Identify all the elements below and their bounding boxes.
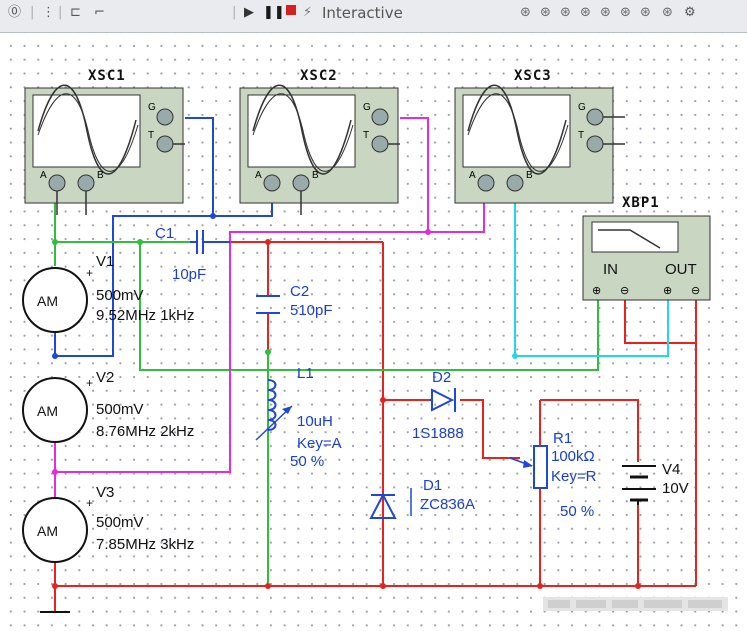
diode-d1[interactable]: D1 ZC836A xyxy=(369,477,475,519)
xsc2-a-label: A xyxy=(255,170,262,181)
bode-plotter-xbp1[interactable]: XBP1 IN OUT ⊕ ⊖ ⊕ ⊖ xyxy=(582,195,711,301)
xsc2-b-label: B xyxy=(312,170,319,181)
v3-ref: V3 xyxy=(96,484,114,501)
v3-am-symbol: AM xyxy=(37,523,58,539)
dc-source-v4[interactable]: V4 10V xyxy=(622,461,689,505)
l1-percent: 50 % xyxy=(290,453,324,470)
v2-frequency: 8.76MHz 2kHz xyxy=(96,423,194,440)
v1-amplitude: 500mV xyxy=(96,287,144,304)
xsc3-t-label: T xyxy=(578,130,584,141)
v1-frequency: 9.52MHz 1kHz xyxy=(96,307,194,324)
diode-d2[interactable]: D2 1S1888 xyxy=(412,369,464,442)
v1-ref: V1 xyxy=(96,253,114,270)
v3-frequency: 7.85MHz 3kHz xyxy=(96,536,194,553)
xbp1-label: XBP1 xyxy=(622,195,660,211)
oscilloscope-xsc2[interactable]: XSC2 A B G T xyxy=(239,68,400,215)
xsc2-label: XSC2 xyxy=(300,68,338,84)
l1-key: Key=A xyxy=(297,435,342,452)
am-source-v3[interactable]: AM + V3 500mV 7.85MHz 3kHz xyxy=(22,484,194,563)
xbp1-in-plus: ⊕ xyxy=(592,285,601,297)
d1-ref: D1 xyxy=(423,477,442,494)
schematic: XSC1 A B G T XSC2 A B G T XSC3 A B G T X… xyxy=(22,68,728,613)
v1-am-symbol: AM xyxy=(37,293,58,309)
xsc3-a-label: A xyxy=(469,170,476,181)
xbp1-in-label: IN xyxy=(603,261,618,278)
xbp1-out-minus: ⊖ xyxy=(691,285,700,297)
l1-value: 10uH xyxy=(297,413,333,430)
oscilloscope-xsc1[interactable]: XSC1 A B G T xyxy=(24,68,185,215)
l1-ref: L1 xyxy=(297,365,314,382)
v2-am-symbol: AM xyxy=(37,403,58,419)
oscilloscope-xsc3[interactable]: XSC3 A B G T xyxy=(454,68,625,204)
am-source-v2[interactable]: AM + V2 500mV 8.76MHz 2kHz xyxy=(22,369,194,443)
xsc3-label: XSC3 xyxy=(514,68,552,84)
xsc1-label: XSC1 xyxy=(88,68,126,84)
v2-amplitude: 500mV xyxy=(96,401,144,418)
v1-plus: + xyxy=(86,266,93,280)
watermark xyxy=(543,597,728,611)
r1-percent: 50 % xyxy=(560,503,594,520)
xbp1-in-minus: ⊖ xyxy=(620,285,629,297)
v2-plus: + xyxy=(86,376,93,390)
d2-model: 1S1888 xyxy=(412,425,464,442)
v3-amplitude: 500mV xyxy=(96,514,144,531)
r1-ref: R1 xyxy=(553,430,572,447)
xsc1-t-label: T xyxy=(148,130,154,141)
potentiometer-r1[interactable]: R1 100kΩ Key=R 50 % xyxy=(509,400,597,520)
r1-key: Key=R xyxy=(551,468,597,485)
v3-plus: + xyxy=(86,496,93,510)
xsc2-t-label: T xyxy=(363,130,369,141)
v2-ref: V2 xyxy=(96,369,114,386)
xsc3-g-label: G xyxy=(578,102,586,113)
d2-ref: D2 xyxy=(432,369,451,386)
xbp1-out-plus: ⊕ xyxy=(663,285,672,297)
r1-value: 100kΩ xyxy=(551,448,595,465)
xsc2-g-label: G xyxy=(363,102,371,113)
v4-ref: V4 xyxy=(662,461,680,478)
xsc1-b-label: B xyxy=(97,170,104,181)
xsc3-b-label: B xyxy=(526,170,533,181)
c1-value: 10pF xyxy=(172,266,206,283)
capacitor-c1[interactable]: C1 10pF xyxy=(155,225,230,283)
c2-ref: C2 xyxy=(290,283,309,300)
c1-ref: C1 xyxy=(155,225,174,242)
xsc1-g-label: G xyxy=(148,102,156,113)
am-source-v1[interactable]: AM + V1 500mV 9.52MHz 1kHz xyxy=(22,253,194,333)
d1-model: ZC836A xyxy=(420,496,475,513)
c2-value: 510pF xyxy=(290,302,333,319)
xbp1-out-label: OUT xyxy=(665,261,697,278)
v4-value: 10V xyxy=(662,480,689,497)
xsc1-a-label: A xyxy=(40,170,47,181)
